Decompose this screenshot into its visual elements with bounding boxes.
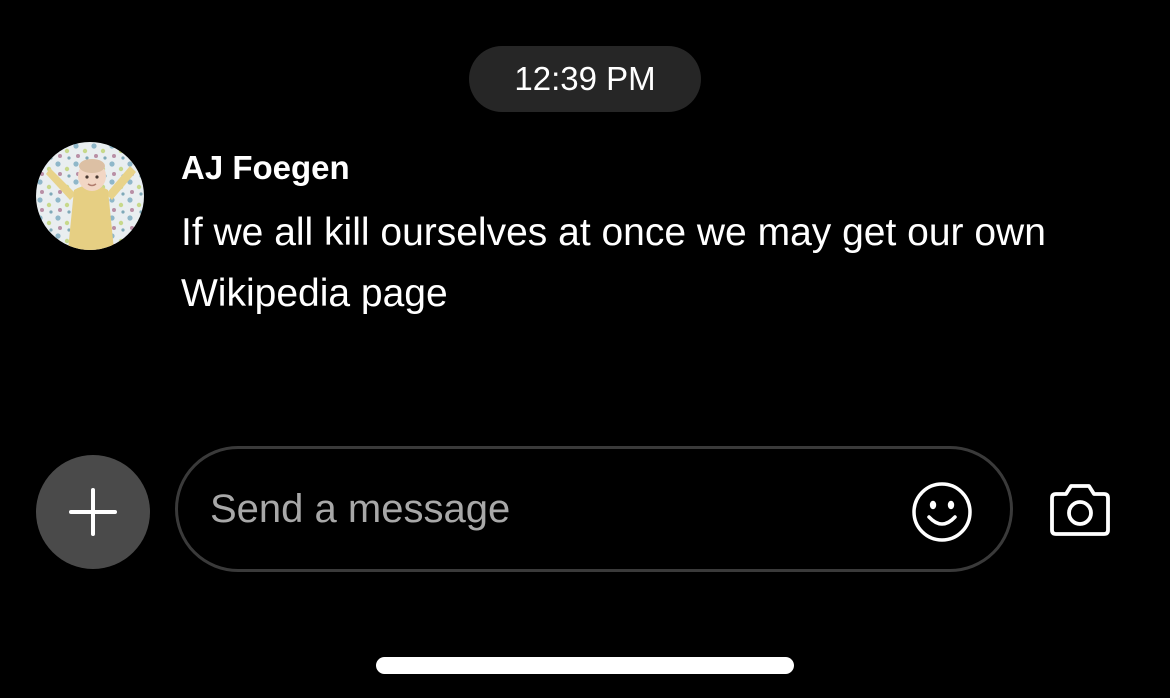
- smiley-icon: [912, 482, 972, 542]
- message-input[interactable]: [210, 469, 890, 549]
- add-button[interactable]: [36, 455, 150, 569]
- avatar-image: [36, 142, 144, 250]
- plus-icon: [69, 488, 117, 536]
- camera-button[interactable]: [1048, 478, 1112, 540]
- home-indicator: [376, 657, 794, 674]
- avatar[interactable]: [36, 142, 144, 250]
- timestamp-label: 12:39 PM: [514, 60, 656, 97]
- timestamp-pill: 12:39 PM: [469, 46, 701, 112]
- sender-name[interactable]: AJ Foegen: [181, 148, 350, 188]
- emoji-button[interactable]: [911, 481, 973, 543]
- camera-icon: [1050, 484, 1110, 536]
- message-text: If we all kill ourselves at once we may …: [181, 211, 1046, 315]
- message-composer: [175, 446, 1013, 572]
